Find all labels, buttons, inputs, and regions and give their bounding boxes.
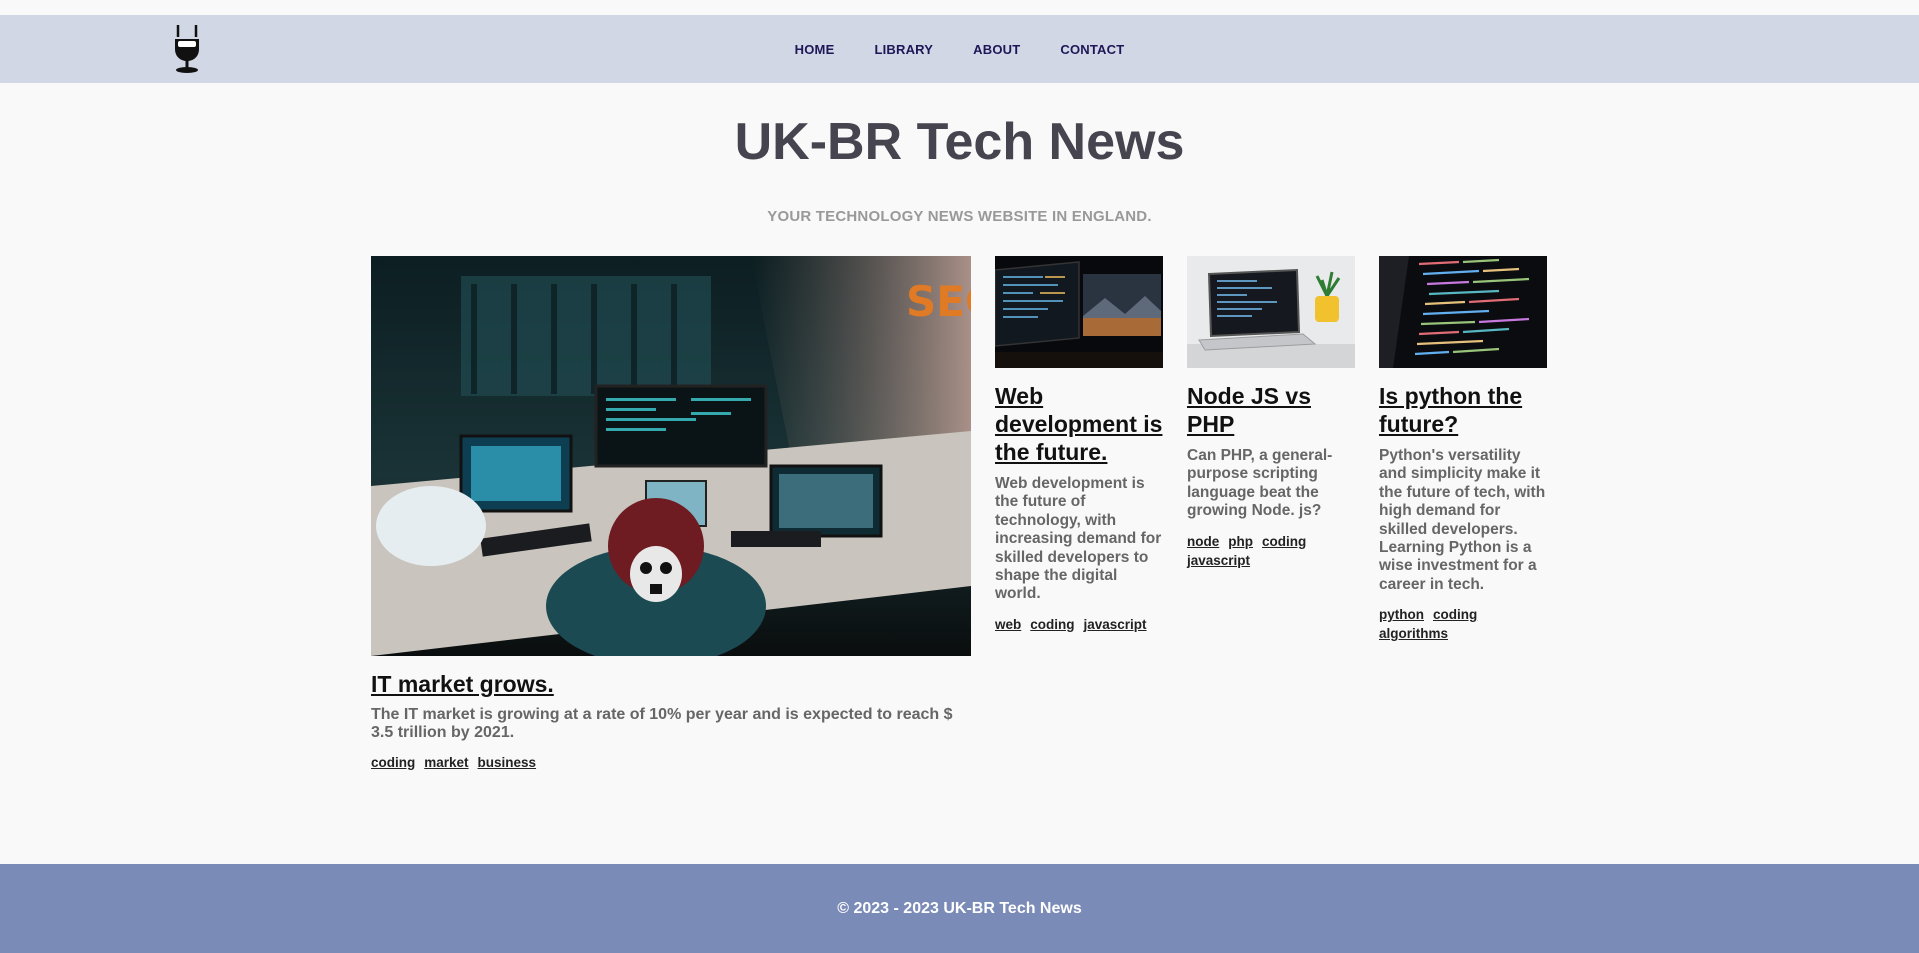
site-tagline: YOUR TECHNOLOGY NEWS WEBSITE IN ENGLAND. (767, 208, 1152, 225)
tag-link[interactable]: business (478, 754, 537, 771)
tag-link[interactable]: coding (1433, 606, 1477, 623)
svg-text:SEG: SEG (906, 277, 971, 326)
article-title[interactable]: Web development is the future. (995, 383, 1162, 465)
nav-home[interactable]: HOME (795, 42, 835, 57)
site-footer: © 2023 - 2023 UK-BR Tech News (0, 864, 1919, 953)
article-image[interactable] (994, 256, 1163, 368)
article-title[interactable]: Is python the future? (1379, 383, 1522, 437)
article-card: Web development is the future. Web devel… (994, 256, 1165, 633)
article-title[interactable]: Node JS vs PHP (1187, 383, 1311, 437)
tag-link[interactable]: coding (1262, 533, 1306, 550)
tag-link[interactable]: php (1228, 533, 1253, 550)
article-tags: web coding javascript (995, 616, 1165, 633)
article-image[interactable] (1187, 256, 1355, 368)
main-nav: HOME LIBRARY ABOUT CONTACT (0, 15, 1919, 83)
tag-link[interactable]: javascript (1084, 616, 1147, 633)
tag-link[interactable]: coding (371, 754, 415, 771)
article-card: Is python the future? Python's versatili… (1379, 256, 1549, 642)
site-header: HOME LIBRARY ABOUT CONTACT (0, 15, 1919, 83)
tag-link[interactable]: market (424, 754, 468, 771)
featured-article-tags: coding market business (371, 754, 971, 771)
tag-link[interactable]: python (1379, 606, 1424, 623)
nav-about[interactable]: ABOUT (973, 42, 1020, 57)
nav-contact[interactable]: CONTACT (1060, 42, 1124, 57)
tag-link[interactable]: coding (1030, 616, 1074, 633)
tag-link[interactable]: javascript (1187, 552, 1250, 569)
article-image[interactable] (1379, 256, 1547, 368)
article-tags: node php coding javascript (1187, 533, 1357, 569)
article-card: Node JS vs PHP Can PHP, a general-purpos… (1187, 256, 1357, 569)
tag-link[interactable]: node (1187, 533, 1219, 550)
article-summary: Can PHP, a general-purpose scripting lan… (1187, 447, 1333, 520)
article-tags: python coding algorithms (1379, 606, 1549, 642)
tag-link[interactable]: algorithms (1379, 625, 1448, 642)
nav-library[interactable]: LIBRARY (874, 42, 933, 57)
site-title: UK-BR Tech News (734, 113, 1185, 171)
featured-article: SEG IT market grows. The IT market is gr… (371, 256, 999, 771)
article-summary: Web development is the future of technol… (995, 475, 1162, 603)
article-summary: Python's versatility and simplicity make… (1379, 447, 1546, 593)
featured-article-summary: The IT market is growing at a rate of 10… (371, 706, 953, 741)
featured-article-image[interactable]: SEG (371, 256, 999, 666)
featured-article-title[interactable]: IT market grows. (371, 671, 554, 697)
tag-link[interactable]: web (995, 616, 1021, 633)
footer-copyright: © 2023 - 2023 UK-BR Tech News (837, 899, 1082, 917)
